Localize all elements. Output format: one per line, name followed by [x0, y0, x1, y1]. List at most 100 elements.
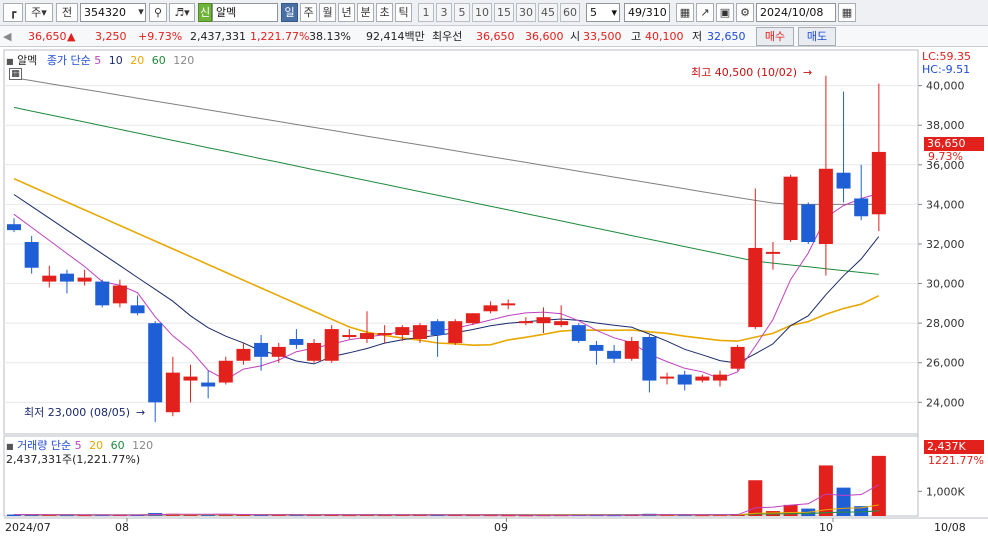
y-tick-label: 24,000 — [926, 396, 965, 409]
candle-body — [695, 376, 710, 381]
candle-body — [818, 168, 833, 244]
best-bid: 36,600 — [525, 30, 564, 43]
tab-tick[interactable]: 틱 — [395, 3, 412, 22]
tab-second[interactable]: 초 — [376, 3, 393, 22]
high-label: 고 — [631, 30, 642, 43]
chart-toolbar: ┏ 주▾ 전 354320 ▾ ⚲ ♬▾ 신 알멕 일 주 월 년 분 초 틱 … — [0, 0, 988, 26]
candle-body — [183, 376, 198, 381]
minute-option-1[interactable]: 1 — [418, 3, 434, 22]
candle-body — [660, 376, 675, 379]
candle-body — [730, 346, 745, 369]
price-pane — [3, 49, 919, 435]
volume-value: 2,437,331 — [190, 30, 246, 43]
candle-body — [748, 247, 763, 328]
market-type-select[interactable]: 주▾ — [25, 3, 53, 22]
low-annotation: 최저 23,000 (08/05) → — [24, 406, 146, 419]
change-arrow: ▲ — [67, 30, 76, 43]
sell-button[interactable]: 매도 — [798, 27, 836, 46]
turnover-percent: 38.13% — [309, 30, 351, 43]
candle-body — [377, 333, 392, 336]
search-icon[interactable]: ⚲ — [149, 3, 167, 22]
date-input[interactable]: 2024/10/08 — [756, 3, 836, 22]
open-label: 시 — [570, 30, 581, 43]
candle-body — [218, 360, 233, 383]
minute-option-60[interactable]: 60 — [560, 3, 580, 22]
current-price: 36,650 — [28, 30, 67, 43]
tab-month[interactable]: 월 — [319, 3, 336, 22]
candle-body — [554, 321, 569, 326]
hc-indicator: HC:-9.51 — [922, 63, 971, 76]
grid-icon[interactable]: ▦ — [676, 3, 694, 22]
count-select[interactable]: 5 ▾ — [586, 3, 620, 22]
candle-body — [430, 321, 445, 336]
volume-bar — [783, 504, 798, 516]
volume-bar — [818, 465, 833, 516]
table-icon[interactable]: ▦ — [9, 68, 22, 80]
lc-indicator: LC:59.35 — [922, 50, 972, 63]
x-label-end: 10/08 — [934, 521, 966, 534]
current-pct-tag: 9.73% — [928, 150, 963, 163]
candle-body — [236, 348, 251, 361]
change-percent: +9.73% — [138, 30, 183, 43]
calendar-icon[interactable]: ▦ — [838, 3, 856, 22]
code-dropdown-icon[interactable]: ▾ — [134, 3, 148, 22]
candle-body — [871, 151, 886, 215]
candle-body — [342, 335, 357, 338]
tab-week[interactable]: 주 — [300, 3, 317, 22]
current-price-tag: 36,650 — [924, 137, 984, 151]
candle-body — [148, 323, 163, 403]
best-price-label: 최우선 — [432, 30, 463, 43]
y-tick-label: 38,000 — [926, 119, 965, 132]
candle-body — [448, 321, 463, 343]
settings-icon[interactable]: ⚙ — [736, 3, 754, 22]
legend-ma120: 120 — [173, 54, 195, 67]
y-tick-label: 40,000 — [926, 80, 965, 93]
price-volume-chart[interactable]: 24,00026,00028,00030,00032,00034,00036,0… — [0, 48, 988, 539]
volume-info: 2,437,331주(1,221.77%) — [6, 453, 141, 466]
all-filter-button[interactable]: 전 — [56, 3, 78, 22]
trade-amount: 92,414백만 — [366, 30, 425, 43]
scroll-left-icon[interactable]: ◀ — [3, 28, 15, 45]
trend-icon[interactable]: ↗ — [696, 3, 714, 22]
candle-body — [7, 224, 21, 231]
tab-day[interactable]: 일 — [281, 3, 298, 22]
legend-ma20: 20 — [130, 54, 145, 67]
chart-area[interactable]: 24,000 26,000 28,000 30,000 32,000 34,000 36,0… — [0, 48, 988, 539]
tab-minute[interactable]: 분 — [357, 3, 374, 22]
market-type-label: 주 — [31, 6, 42, 19]
stock-name-display: 알멕 — [212, 3, 278, 22]
candle-body — [589, 344, 604, 351]
x-label-aug: 08 — [115, 521, 129, 534]
y-tick-label: 34,000 — [926, 198, 965, 211]
volume-bar — [748, 480, 763, 516]
save-icon[interactable]: ▣ — [716, 3, 734, 22]
current-volume-tag: 2,437K — [924, 440, 984, 454]
minute-option-45[interactable]: 45 — [538, 3, 558, 22]
volume-tick-label: 1,000K — [926, 485, 965, 498]
speaker-icon[interactable]: ♬▾ — [169, 3, 195, 22]
legend-ma5: 5 — [94, 54, 102, 67]
current-volume-pct-tag: 1221.77% — [928, 454, 984, 467]
candle-body — [501, 303, 516, 306]
change-amount: 3,250 — [95, 30, 127, 43]
chart-menu-icon[interactable]: ┏ — [3, 3, 23, 22]
high-annotation: 최고 40,500 (10/02) → — [691, 66, 813, 79]
candle-body — [254, 342, 269, 357]
minute-option-15[interactable]: 15 — [494, 3, 514, 22]
y-tick-label: 28,000 — [926, 317, 965, 330]
candle-body — [465, 313, 480, 324]
candle-body — [324, 329, 339, 361]
candle-body — [607, 350, 622, 359]
buy-button[interactable]: 매수 — [756, 27, 794, 46]
price-legend: ■ 알멕 종가 단순 5 10 20 60 120 — [6, 54, 195, 67]
minute-option-3[interactable]: 3 — [436, 3, 452, 22]
tab-year[interactable]: 년 — [338, 3, 355, 22]
minute-option-30[interactable]: 30 — [516, 3, 536, 22]
minute-option-10[interactable]: 10 — [472, 3, 492, 22]
y-tick-label: 26,000 — [926, 357, 965, 370]
all-filter-label: 전 — [61, 6, 73, 19]
new-listing-badge: 신 — [198, 3, 212, 22]
minute-option-5[interactable]: 5 — [454, 3, 470, 22]
y-tick-label: 32,000 — [926, 238, 965, 251]
candle-body — [201, 382, 216, 387]
